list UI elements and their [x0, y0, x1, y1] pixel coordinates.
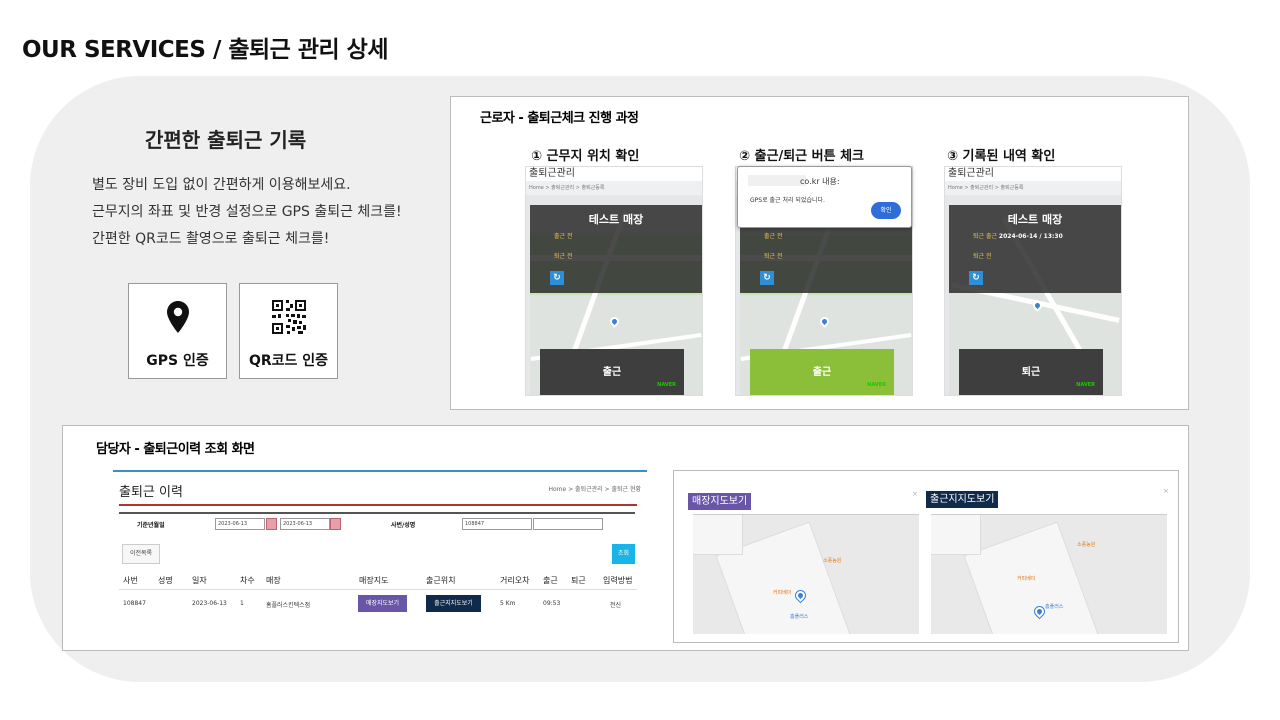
location-pin-icon [818, 315, 831, 328]
column-header: 사번 [123, 576, 138, 585]
phone-map[interactable]: 테스트 매장 출근 전 퇴근 전 ↻ 출근 NAVER [530, 205, 702, 395]
cell-in-time: 09:53 [543, 600, 561, 607]
step-3-label: ③ 기록된 내역 확인 [947, 149, 1056, 164]
employee-no-input[interactable]: 108847 [462, 518, 532, 530]
phone-breadcrumb: Home > 출퇴근관리 > 출퇴근등록 [945, 181, 1121, 195]
cell-method: 전신 [610, 602, 622, 609]
cell-seq: 1 [240, 600, 244, 607]
gps-auth-card: GPS 인증 [128, 283, 227, 379]
column-header: 퇴근 [571, 576, 586, 585]
checkout-status: 퇴근 전 [554, 253, 573, 260]
intro-line: 근무지의 좌표 및 반경 설정으로 GPS 출퇴근 체크를! [92, 204, 402, 220]
history-screen: 출퇴근 이력 Home > 출퇴근관리 > 출퇴근 현황 기준년월일 2023-… [113, 470, 647, 616]
checkin-map-label: 출근지지도보기 [926, 491, 999, 508]
close-icon[interactable]: × [1163, 487, 1169, 495]
intro-title: 간편한 출퇴근 기록 [145, 128, 307, 152]
column-header: 입력방법 [603, 576, 633, 585]
phone-map[interactable]: 테스트 매장 퇴근 출근 2024-06-14 / 13:30 퇴근 전 ↻ 퇴… [949, 205, 1121, 395]
dialog-message: GPS로 출근 처리 되었습니다. [750, 197, 825, 204]
store-name: 테스트 매장 [1007, 213, 1063, 226]
date-to-input[interactable]: 2023-06-13 [280, 518, 330, 530]
intro-line: 간편한 QR코드 촬영으로 출퇴근 체크를! [92, 231, 330, 247]
confirm-dialog: co.kr 내용: GPS로 출근 처리 되었습니다. 확인 [737, 166, 912, 228]
column-header: 거리오차 [500, 576, 530, 585]
search-button[interactable]: 조회 [612, 544, 635, 564]
store-map-button[interactable]: 매장지도보기 [358, 595, 407, 612]
intro-line: 별도 장비 도입 없이 간편하게 이용해보세요. [92, 177, 351, 193]
phone-screen-record: 출퇴근관리 Home > 출퇴근관리 > 출퇴근등록 테스트 매장 퇴근 출근 … [944, 166, 1122, 396]
employee-filter-label: 사번/성명 [391, 522, 416, 529]
previous-list-button[interactable]: 이전목록 [122, 544, 160, 564]
store-map-view[interactable]: 소풍농원 커피베이 홈플러스 [693, 514, 919, 634]
column-header: 출근 [543, 576, 558, 585]
cell-date: 2023-06-13 [192, 600, 227, 607]
history-breadcrumb: Home > 출퇴근관리 > 출퇴근 현황 [548, 486, 641, 493]
column-header: 성명 [158, 576, 173, 585]
checkin-record: 퇴근 출근 2024-06-14 / 13:30 [973, 233, 1063, 240]
naver-logo: NAVER [1076, 382, 1095, 388]
phone-header: 출퇴근관리 [526, 167, 702, 181]
qr-auth-card: QR코드 인증 [239, 283, 338, 379]
cell-store: 홈플러스킨텍스점 [266, 602, 311, 609]
checkin-status: 출근 전 [764, 233, 783, 240]
checkout-status: 퇴근 전 [973, 253, 992, 260]
poi-label: 커피베이 [773, 590, 792, 596]
cell-emp-no: 108847 [123, 600, 146, 607]
store-name: 테스트 매장 [588, 213, 644, 226]
refresh-icon[interactable]: ↻ [969, 271, 983, 285]
poi-label: 소풍농원 [823, 558, 842, 564]
checkin-status: 출근 전 [554, 233, 573, 240]
poi-label: 커피베이 [1017, 576, 1036, 582]
phone-screen-location: 출퇴근관리 Home > 출퇴근관리 > 출퇴근등록 테스트 매장 출근 전 퇴… [525, 166, 703, 396]
checkin-button[interactable]: 출근 [540, 349, 684, 395]
refresh-icon[interactable]: ↻ [550, 271, 564, 285]
phone-map[interactable]: 출근 전 퇴근 전 ↻ 출근 NAVER [740, 205, 912, 395]
column-header: 매장지도 [359, 576, 389, 585]
calendar-icon[interactable] [330, 518, 341, 530]
location-pin-icon [608, 315, 621, 328]
column-header: 차수 [240, 576, 255, 585]
column-header: 매장 [266, 576, 281, 585]
poi-label: 소풍농원 [1077, 542, 1096, 548]
checkin-map-button[interactable]: 출근지지도보기 [426, 595, 481, 612]
checkin-button[interactable]: 출근 [750, 349, 894, 395]
column-header: 출근위치 [426, 576, 456, 585]
naver-logo: NAVER [657, 382, 676, 388]
step-1-label: ① 근무지 위치 확인 [531, 149, 640, 164]
refresh-icon[interactable]: ↻ [760, 271, 774, 285]
employee-name-input[interactable] [533, 518, 603, 530]
qr-code-icon [271, 298, 306, 336]
date-filter-label: 기준년월일 [137, 522, 165, 529]
step-2-label: ② 출근/퇴근 버튼 체크 [739, 149, 865, 164]
poi-label: 홈플러스 [790, 614, 809, 620]
history-title: 출퇴근 이력 [119, 485, 183, 500]
store-map-label: 매장지도보기 [688, 493, 752, 510]
calendar-icon[interactable] [266, 518, 277, 530]
manager-section-title: 담당자 - 출퇴근이력 조회 화면 [96, 442, 255, 457]
phone-header: 출퇴근관리 [945, 167, 1121, 181]
close-icon[interactable]: × [912, 490, 918, 498]
column-header: 일자 [192, 576, 207, 585]
naver-logo: NAVER [867, 382, 886, 388]
qr-auth-label: QR코드 인증 [248, 353, 329, 369]
checkin-map-view[interactable]: 소풍농원 커피베이 홈플러스 [931, 514, 1167, 634]
poi-label: 홈플러스 [1045, 604, 1064, 610]
dialog-ok-button[interactable]: 확인 [871, 202, 901, 219]
checkout-button[interactable]: 퇴근 [959, 349, 1103, 395]
map-pin-icon [166, 298, 190, 336]
dialog-title: co.kr 내용: [800, 177, 840, 186]
intro-description: 별도 장비 도입 없이 간편하게 이용해보세요. 근무지의 좌표 및 반경 설정… [92, 172, 402, 253]
gps-auth-label: GPS 인증 [146, 353, 209, 369]
date-from-input[interactable]: 2023-06-13 [215, 518, 265, 530]
cell-distance: 5 Km [500, 600, 516, 607]
history-filter: 기준년월일 2023-06-13 2023-06-13 사번/성명 108847 [119, 512, 635, 534]
checkout-status: 퇴근 전 [764, 253, 783, 260]
page-title: OUR SERVICES / 출퇴근 관리 상세 [22, 37, 389, 63]
worker-section-title: 근로자 - 출퇴근체크 진행 과정 [480, 111, 639, 126]
phone-breadcrumb: Home > 출퇴근관리 > 출퇴근등록 [526, 181, 702, 195]
